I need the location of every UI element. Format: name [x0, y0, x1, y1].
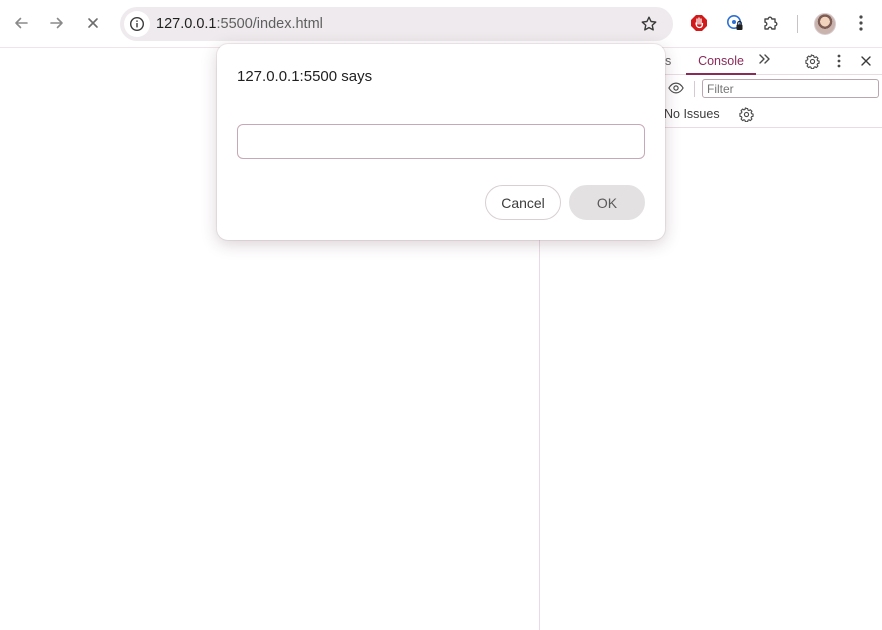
tab-console[interactable]: Console [686, 48, 756, 75]
url-text[interactable]: 127.0.0.1:5500/index.html [156, 16, 323, 32]
puzzle-icon [764, 16, 778, 30]
kebab-menu-icon [859, 15, 863, 31]
arrow-right-icon [50, 17, 63, 29]
tab-sources-partial[interactable]: s [665, 54, 671, 68]
issues-count-label[interactable]: No Issues [664, 107, 720, 121]
close-icon [88, 18, 98, 28]
ok-button[interactable]: OK [569, 185, 645, 220]
prompt-dialog: 127.0.0.1:5500 says Cancel OK [217, 44, 665, 240]
prompt-input[interactable] [237, 124, 645, 159]
forward-button[interactable] [42, 8, 72, 38]
close-icon [861, 56, 871, 66]
browser-toolbar: 127.0.0.1:5500/index.html [0, 0, 882, 48]
eye-icon [668, 82, 684, 94]
console-filter-input[interactable] [702, 79, 879, 98]
gear-icon [738, 106, 754, 122]
back-button[interactable] [6, 8, 36, 38]
extension-password-button[interactable] [720, 8, 750, 38]
extension-stop-button[interactable] [684, 8, 714, 38]
url-path: :5500/index.html [216, 16, 323, 32]
toolbar-divider [797, 15, 798, 33]
browser-menu-button[interactable] [846, 8, 876, 38]
devtools-menu-button[interactable] [831, 53, 847, 69]
extensions-button[interactable] [756, 8, 786, 38]
address-bar[interactable]: 127.0.0.1:5500/index.html [120, 7, 673, 41]
info-icon [129, 16, 145, 32]
more-tabs-button[interactable] [758, 52, 772, 68]
kebab-menu-icon [837, 54, 841, 68]
profile-avatar[interactable] [814, 13, 836, 35]
stop-extension-icon [691, 15, 707, 31]
double-chevron-right-icon [759, 54, 770, 64]
dialog-title: 127.0.0.1:5500 says [237, 68, 373, 85]
live-expression-button[interactable] [668, 80, 684, 96]
cancel-button[interactable]: Cancel [485, 185, 561, 220]
arrow-left-icon [15, 17, 28, 29]
toolbar-separator [694, 81, 695, 97]
password-lock-icon [727, 15, 743, 30]
site-info-button[interactable] [124, 11, 150, 37]
console-settings-button[interactable] [738, 106, 754, 122]
devtools-settings-button[interactable] [804, 53, 820, 69]
url-host: 127.0.0.1 [156, 16, 217, 32]
gear-icon [804, 53, 820, 69]
stop-loading-button[interactable] [78, 8, 108, 38]
star-icon [641, 16, 657, 31]
bookmark-button[interactable] [639, 14, 659, 34]
devtools-close-button[interactable] [858, 53, 874, 69]
